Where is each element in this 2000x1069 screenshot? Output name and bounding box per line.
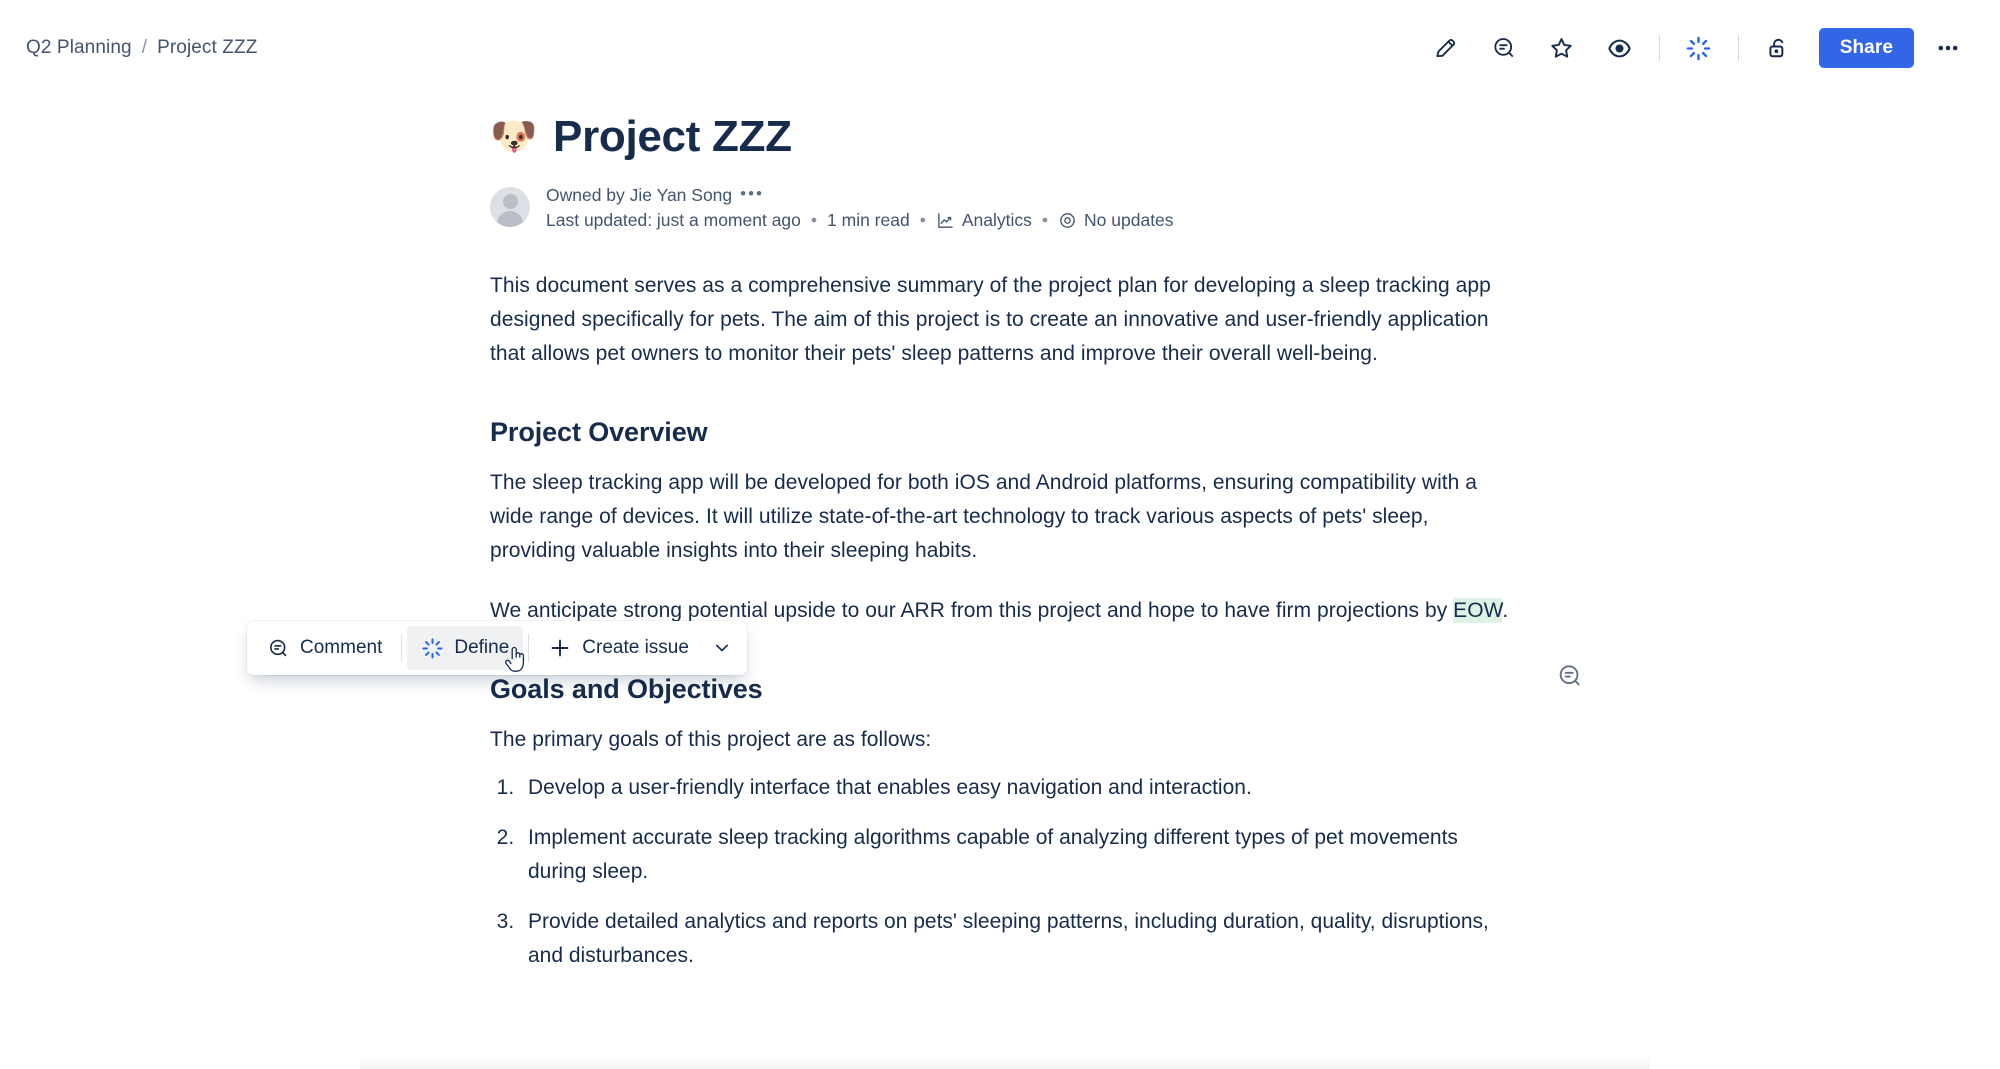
list-item: Develop a user-friendly interface that e…	[520, 771, 1520, 805]
owner-more-icon[interactable]: •••	[740, 185, 764, 202]
eow-highlight[interactable]: EOW	[1453, 597, 1503, 623]
section-heading-goals: Goals and Objectives	[490, 673, 763, 704]
ai-sparkle-icon	[422, 637, 443, 659]
toolbar-divider-b	[528, 634, 530, 662]
no-updates-target-icon	[1060, 212, 1075, 228]
more-horizontal-icon	[1938, 45, 1958, 51]
restrictions-button[interactable]	[1756, 26, 1800, 70]
top-bar: Q2 Planning / Project ZZZ Share	[0, 0, 2000, 96]
updates-label: No updates	[1084, 209, 1174, 230]
metadata-separator-1: •	[810, 209, 818, 230]
unlock-icon	[1769, 38, 1783, 58]
arr-paragraph-before: We anticipate strong potential upside to…	[490, 598, 1454, 622]
inline-comment-button[interactable]	[1552, 658, 1588, 694]
metadata-details-line: Last updated: just a moment ago • 1 min …	[546, 210, 1174, 231]
page-title: 🐶 Project ZZZ	[490, 112, 1520, 163]
page-title-text: Project ZZZ	[553, 112, 792, 161]
last-updated-label: Last updated: just a moment ago	[546, 209, 801, 230]
comment-bubble-icon	[1559, 665, 1580, 686]
intro-paragraph: This document serves as a comprehensive …	[490, 273, 1491, 365]
document-content: 🐶 Project ZZZ Owned by Jie Yan Song ••• …	[490, 96, 1520, 973]
breadcrumb-separator: /	[141, 37, 148, 58]
ai-sparkle-button[interactable]	[1677, 26, 1721, 70]
toolbar-comment-button[interactable]: Comment	[253, 626, 396, 670]
toolbar-create-issue-label: Create issue	[582, 637, 689, 658]
list-item: Implement accurate sleep tracking algori…	[520, 821, 1520, 889]
metadata-separator-3: •	[1041, 209, 1049, 230]
toolbar-define-button[interactable]: Define	[407, 626, 524, 670]
star-icon	[1551, 37, 1572, 58]
toolbar-divider-a	[401, 634, 403, 662]
page-metadata: Owned by Jie Yan Song ••• Last updated: …	[490, 185, 1520, 231]
toolbar-more-dropdown-button[interactable]	[703, 626, 741, 670]
selection-toolbar: Comment Define Create issue	[247, 621, 747, 675]
watch-eye-icon	[1608, 39, 1631, 57]
owner-label[interactable]: Owned by Jie Yan Song	[546, 185, 732, 206]
more-options-button[interactable]	[1926, 26, 1970, 70]
arr-paragraph-after: .	[1502, 598, 1509, 622]
avatar[interactable]	[490, 186, 530, 227]
chevron-down-icon	[715, 644, 728, 652]
comments-button[interactable]	[1482, 26, 1526, 70]
breadcrumb: Q2 Planning / Project ZZZ	[26, 37, 257, 59]
watch-button[interactable]	[1598, 26, 1642, 70]
project-overview-paragraph: The sleep tracking app will be developed…	[490, 470, 1478, 562]
toolbar-create-issue-button[interactable]: Create issue	[534, 626, 703, 670]
breadcrumb-item-space[interactable]: Q2 Planning	[26, 37, 132, 59]
document-scroll-area[interactable]: 🐶 Project ZZZ Owned by Jie Yan Song ••• …	[0, 96, 2000, 1069]
page-emoji-icon[interactable]: 🐶	[490, 118, 537, 156]
analytics-link[interactable]: Analytics	[936, 210, 1032, 231]
toolbar-comment-label: Comment	[300, 637, 383, 658]
updates-link[interactable]: No updates	[1058, 210, 1174, 231]
metadata-lines: Owned by Jie Yan Song ••• Last updated: …	[546, 185, 1174, 231]
toolbar-divider-2	[1737, 35, 1739, 61]
metadata-owner-line: Owned by Jie Yan Song •••	[546, 185, 1174, 206]
document-page: Q2 Planning / Project ZZZ Share 🐶 Projec…	[0, 0, 2000, 1069]
goals-list: Develop a user-friendly interface that e…	[520, 771, 1520, 973]
top-bar-actions: Share	[1417, 26, 1970, 70]
metadata-separator-2: •	[919, 209, 926, 230]
list-item: Provide detailed analytics and reports o…	[520, 905, 1520, 973]
edit-pencil-icon	[1436, 39, 1455, 58]
comment-icon	[1494, 38, 1513, 57]
analytics-label: Analytics	[961, 209, 1032, 230]
analytics-chart-icon	[938, 212, 953, 228]
section-heading-project-overview: Project Overview	[490, 416, 708, 447]
edit-pencil-button[interactable]	[1424, 26, 1468, 70]
toolbar-divider-1	[1658, 35, 1660, 61]
star-button[interactable]	[1540, 26, 1584, 70]
read-time-label: 1 min read	[827, 209, 910, 230]
plus-icon	[551, 639, 569, 657]
ai-sparkle-icon	[1686, 36, 1711, 60]
toolbar-define-label: Define	[454, 637, 510, 658]
comment-icon	[270, 639, 287, 656]
goals-lead-paragraph: The primary goals of this project are as…	[490, 727, 932, 751]
share-button[interactable]: Share	[1818, 28, 1914, 68]
breadcrumb-item-page[interactable]: Project ZZZ	[157, 37, 257, 59]
